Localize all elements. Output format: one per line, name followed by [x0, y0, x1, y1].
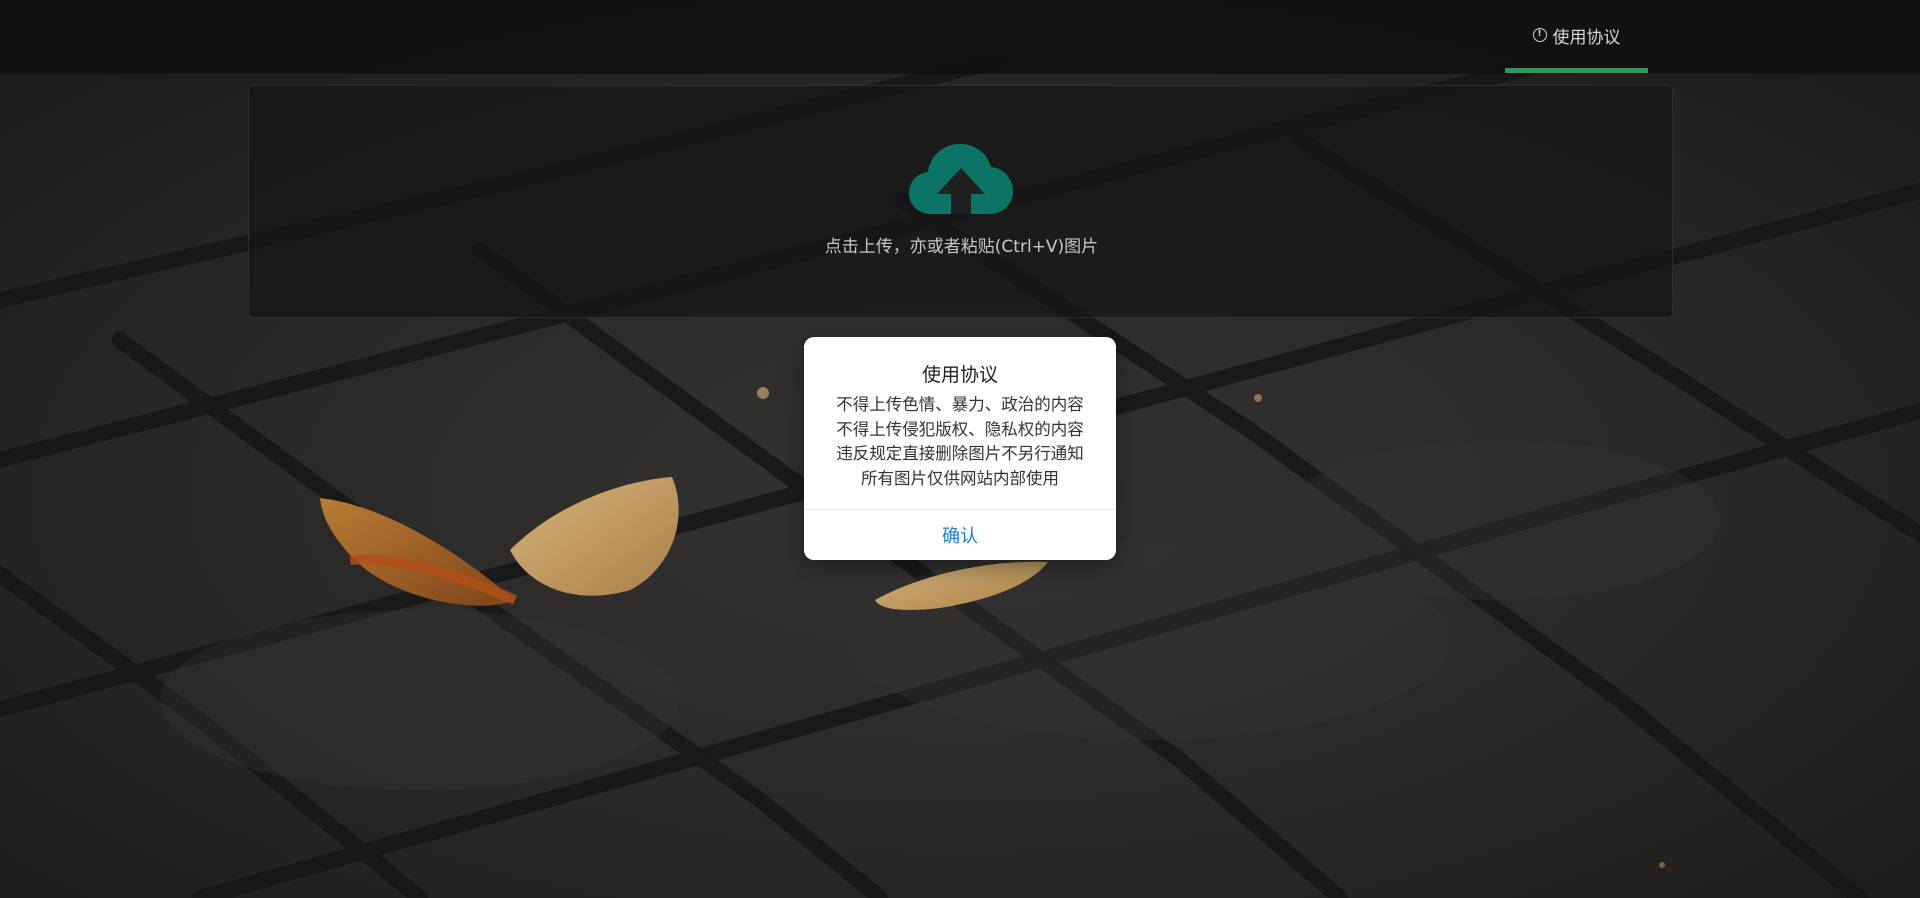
modal-body: 不得上传色情、暴力、政治的内容 不得上传侵犯版权、隐私权的内容 违反规定直接删除…: [804, 393, 1116, 491]
confirm-button[interactable]: 确认: [804, 510, 1116, 560]
agreement-modal: 使用协议 不得上传色情、暴力、政治的内容 不得上传侵犯版权、隐私权的内容 违反规…: [804, 337, 1116, 560]
modal-rule-line: 不得上传侵犯版权、隐私权的内容: [836, 419, 1084, 439]
modal-rule-line: 所有图片仅供网站内部使用: [861, 468, 1059, 488]
modal-rule-line: 违反规定直接删除图片不另行通知: [836, 444, 1084, 463]
modal-rule-line: 不得上传色情、暴力、政治的内容: [836, 395, 1084, 414]
modal-title: 使用协议: [921, 364, 998, 386]
